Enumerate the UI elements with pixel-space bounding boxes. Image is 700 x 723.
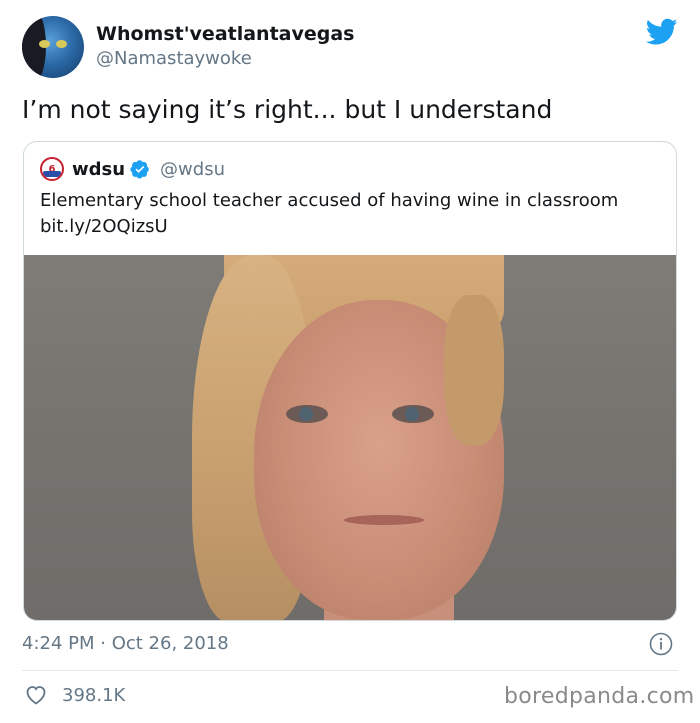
twitter-bird-icon[interactable] <box>646 18 678 46</box>
verified-badge-icon <box>130 160 149 179</box>
quoted-tweet[interactable]: 6 wdsu @wdsu Elementary school teacher a… <box>23 141 677 621</box>
wdsu-logo-bar <box>43 171 61 177</box>
quoted-tweet-headline: Elementary school teacher accused of hav… <box>40 190 619 211</box>
like-action[interactable]: 398.1K <box>24 683 125 707</box>
tweet-text: I’m not saying it’s right... but I under… <box>22 95 553 124</box>
quoted-author-name[interactable]: wdsu <box>72 159 125 180</box>
photo-eye-left <box>286 405 328 423</box>
photo-hair-right <box>444 295 504 445</box>
author-handle[interactable]: @Namastaywoke <box>96 46 355 72</box>
heart-icon[interactable] <box>24 683 48 707</box>
tweet-timestamp[interactable]: 4:24 PM · Oct 26, 2018 <box>22 632 229 656</box>
quoted-tweet-text: Elementary school teacher accused of hav… <box>40 188 670 240</box>
quoted-tweet-link[interactable]: bit.ly/2OQizsU <box>40 214 670 240</box>
photo-eye-right <box>392 405 434 423</box>
divider <box>22 670 678 671</box>
avatar-eye-left <box>39 40 50 48</box>
tweet-card: Whomst'veatlantavegas @Namastaywoke I’m … <box>0 0 700 723</box>
avatar-eye-right <box>56 40 67 48</box>
author-avatar[interactable] <box>22 16 84 78</box>
quoted-tweet-photo[interactable] <box>24 255 676 620</box>
author-block[interactable]: Whomst'veatlantavegas @Namastaywoke <box>96 22 355 72</box>
author-name[interactable]: Whomst'veatlantavegas <box>96 22 355 46</box>
info-icon[interactable] <box>649 632 673 656</box>
wdsu-logo-avatar[interactable]: 6 <box>40 157 64 181</box>
watermark: boredpanda.com <box>504 684 695 709</box>
quoted-author-handle[interactable]: @wdsu <box>160 159 225 180</box>
photo-iris-left <box>299 407 313 421</box>
like-count: 398.1K <box>62 684 126 706</box>
photo-mouth <box>344 515 424 525</box>
quoted-tweet-header: 6 wdsu @wdsu <box>40 156 225 182</box>
photo-iris-right <box>405 407 419 421</box>
